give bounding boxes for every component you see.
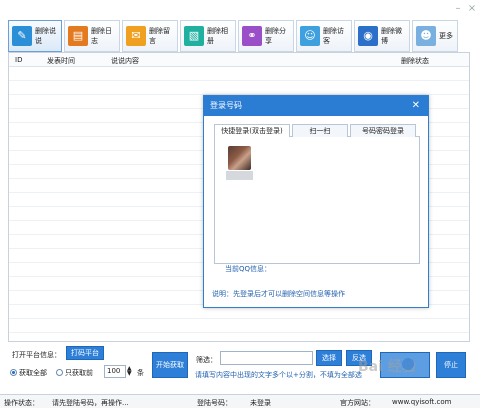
column-id: ID: [15, 56, 23, 64]
close-icon[interactable]: ✕: [412, 96, 420, 116]
toolbar-button-4[interactable]: ⚭ 删除分享: [238, 20, 294, 52]
captcha-platform-button[interactable]: 打码平台: [66, 346, 104, 360]
watermark: Bai 经验: [358, 359, 416, 375]
start-fetch-button[interactable]: 开始获取: [152, 352, 188, 378]
select-button[interactable]: 选择: [316, 350, 342, 366]
weibo-icon: ◉: [358, 26, 378, 46]
share-icon: ⚭: [242, 26, 262, 46]
radio-get-recent-label: 只获取前: [65, 369, 93, 377]
visitor-icon: ☺: [300, 26, 320, 46]
window-title-bar: – ×: [0, 0, 480, 20]
more-icon: ☻: [416, 26, 436, 46]
toolbar-label: 删除日志: [91, 27, 112, 45]
filter-label: 筛选：: [196, 356, 217, 364]
account-name-redacted: [226, 171, 253, 180]
radio-get-recent[interactable]: 只获取前: [56, 368, 93, 378]
toolbar-label: 删除访客: [323, 27, 344, 45]
filter-input[interactable]: [220, 351, 313, 365]
status-bar: 操作状态： 请先登陆号码，再操作... 登陆号码： 未登录 官方网站： www.…: [0, 394, 480, 408]
radio-get-all[interactable]: 获取全部: [10, 368, 47, 378]
toolbar-button-1[interactable]: ▤ 删除日志: [64, 20, 120, 52]
tab-quick-login[interactable]: 快捷登录(双击登录): [214, 124, 290, 137]
stop-button[interactable]: 停止: [436, 352, 466, 378]
stepper-arrows-icon[interactable]: ▲ ▼: [127, 366, 132, 377]
toolbar-label: 删除微博: [381, 27, 402, 45]
close-window-icon[interactable]: ×: [466, 3, 478, 15]
toolbar-button-2[interactable]: ✉ 删除留言: [122, 20, 178, 52]
current-qq-info: 当前QQ信息：: [225, 265, 272, 273]
dialog-title: 登录号码: [210, 101, 242, 110]
toolbar-label: 删除说说: [35, 27, 56, 45]
dialog-title-bar: 登录号码 ✕: [204, 96, 428, 116]
toolbar-button-0[interactable]: ✎ 删除说说: [8, 20, 62, 52]
quick-login-panel: 当前QQ信息：: [214, 137, 420, 273]
toolbar-button-3[interactable]: ▧ 删除相册: [180, 20, 236, 52]
toolbar-label: 删除相册: [207, 27, 228, 45]
radio-get-all-indicator[interactable]: [10, 369, 17, 376]
count-unit: 条: [137, 369, 144, 377]
op-status-label: 操作状态：: [4, 399, 39, 407]
column-post-time: 发表时间: [47, 57, 75, 65]
radio-get-recent-indicator[interactable]: [56, 369, 63, 376]
paw-logo-icon: [402, 358, 414, 370]
account-value: 未登录: [250, 399, 271, 407]
minimize-icon[interactable]: –: [452, 3, 464, 15]
radio-get-all-label: 获取全部: [19, 369, 47, 377]
tab-scan[interactable]: 扫一扫: [292, 124, 348, 137]
dialog-note: 说明：先登录后才可以删除空间信息等操作: [212, 290, 345, 298]
message-board-icon: ✉: [126, 26, 146, 46]
toolbar-button-5[interactable]: ☺ 删除访客: [296, 20, 352, 52]
login-tabs: 快捷登录(双击登录) 扫一扫 号码密码登录: [214, 124, 420, 137]
website-link[interactable]: www.qyisoft.com: [392, 398, 451, 406]
toolbar-label: 删除留言: [149, 27, 170, 45]
platform-info-label: 打开平台信息：: [12, 351, 61, 359]
account-label: 登陆号码：: [197, 399, 232, 407]
toolbar-button-7[interactable]: ☻ 更多: [412, 20, 458, 52]
toolbar-label: 更多: [439, 32, 453, 40]
tab-password-login[interactable]: 号码密码登录: [350, 124, 416, 137]
account-avatar[interactable]: [228, 146, 251, 170]
column-content: 说说内容: [111, 57, 139, 65]
login-dialog: 登录号码 ✕ 快捷登录(双击登录) 扫一扫 号码密码登录 当前QQ信息： 说明：…: [203, 95, 429, 308]
toolbar-label: 删除分享: [265, 27, 286, 45]
journal-icon: ▤: [68, 26, 88, 46]
op-status-value: 请先登陆号码，再操作...: [52, 399, 129, 407]
speech-bubble-icon: ✎: [12, 26, 32, 46]
toolbar: ✎ 删除说说 ▤ 删除日志 ✉ 删除留言 ▧ 删除相册 ⚭ 删除分享 ☺ 删除访客 ◉ 删除微博 ☻ 更多: [8, 20, 480, 52]
column-delete-status: 删除状态: [401, 57, 429, 65]
table-header: ID 发表时间 说说内容 删除状态: [9, 53, 469, 67]
count-stepper[interactable]: 100: [104, 365, 126, 378]
photo-album-icon: ▧: [184, 26, 204, 46]
toolbar-button-6[interactable]: ◉ 删除微博: [354, 20, 410, 52]
filter-hint: 请填写内容中出现的文字多个以+分割，不填为全部选: [195, 371, 362, 379]
website-label: 官方网站：: [340, 399, 375, 407]
